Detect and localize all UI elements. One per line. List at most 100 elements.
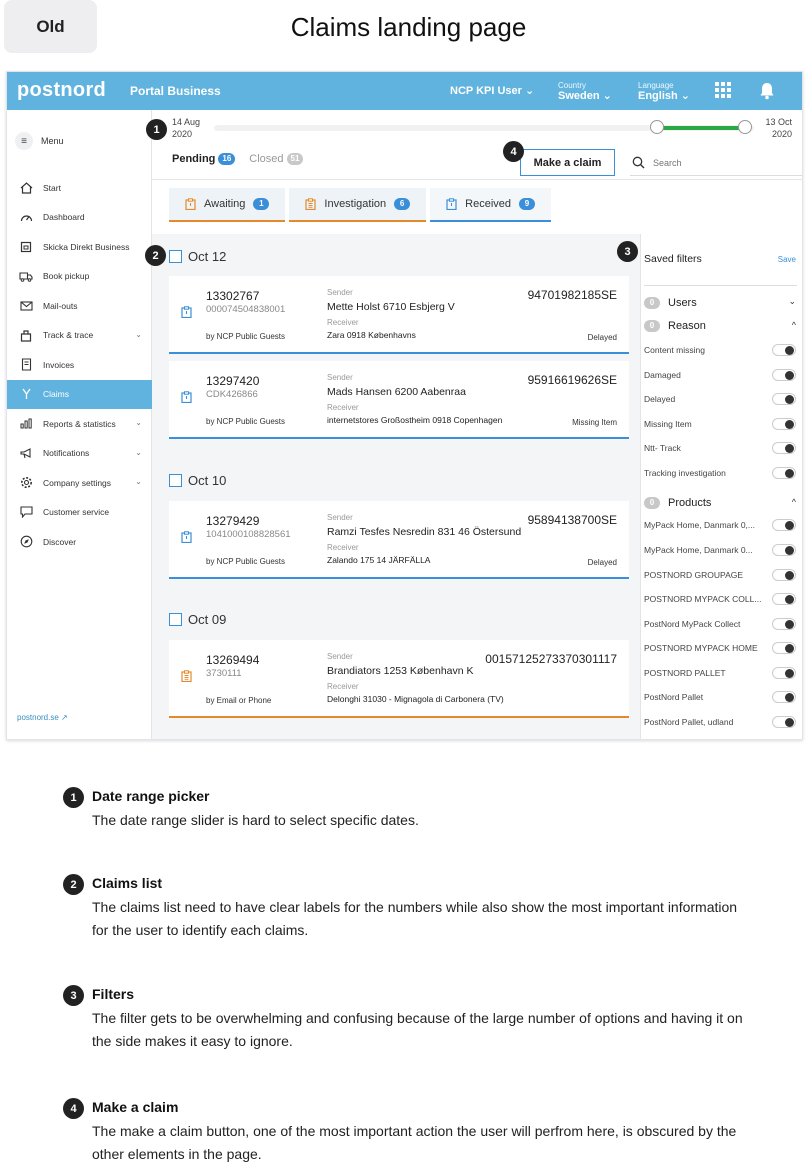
- chevron-down-icon: ⌄: [680, 90, 691, 102]
- tab-received[interactable]: Received 9: [430, 188, 552, 222]
- save-filters-link[interactable]: Save: [778, 255, 796, 264]
- filters-panel: Saved filters Save 0 Users ⌄ 0 Reason ^ Co…: [640, 234, 802, 739]
- option-label: PostNord Pallet, udland: [644, 717, 734, 727]
- filter-toggle[interactable]: [772, 569, 796, 581]
- filter-toggle[interactable]: [772, 467, 796, 479]
- postnord-link[interactable]: postnord.se ↗: [17, 713, 68, 722]
- chevron-up-icon[interactable]: ^: [792, 320, 796, 330]
- apps-grid-icon[interactable]: [715, 82, 731, 98]
- tab-investigation[interactable]: Investigation 6: [289, 188, 427, 222]
- language-selector[interactable]: Language English ⌄: [638, 80, 690, 102]
- country-selector[interactable]: Country Sweden ⌄: [558, 80, 612, 102]
- filter-section-users[interactable]: 0 Users: [644, 297, 697, 309]
- tab-pending[interactable]: Pending 16: [172, 153, 236, 165]
- tab-awaiting[interactable]: Awaiting 1: [169, 188, 286, 222]
- claim-reason: Delayed: [587, 333, 617, 342]
- language-value: English: [638, 90, 678, 102]
- sender-label: Sender: [327, 652, 353, 661]
- filter-toggle[interactable]: [772, 393, 796, 405]
- user-name: NCP KPI User: [450, 85, 522, 97]
- sidebar-item-mail-outs[interactable]: Mail-outs: [7, 291, 152, 321]
- chevron-down-icon[interactable]: ⌄: [788, 296, 796, 307]
- chat-icon: [19, 505, 33, 519]
- filter-toggle[interactable]: [772, 642, 796, 654]
- filter-toggle[interactable]: [772, 716, 796, 728]
- sidebar-item-claims[interactable]: Claims: [7, 379, 152, 409]
- filter-toggle[interactable]: [772, 544, 796, 556]
- bell-icon[interactable]: [759, 82, 775, 100]
- menu-toggle[interactable]: ≡ Menu: [15, 132, 64, 150]
- sidebar-item-book-pickup[interactable]: Book pickup: [7, 262, 152, 292]
- note-title: Filters: [92, 986, 135, 1002]
- filter-toggle[interactable]: [772, 519, 796, 531]
- sidebar-item-invoices[interactable]: Invoices: [7, 350, 152, 380]
- claim-reason: Missing Item: [572, 418, 617, 427]
- sidebar-item-reports[interactable]: Reports & statistics ⌄: [7, 409, 152, 439]
- divider: [644, 285, 797, 286]
- chevron-down-icon: ⌄: [135, 418, 142, 427]
- sidebar-item-label: Reports & statistics: [43, 418, 116, 429]
- filter-section-products[interactable]: 0 Products: [644, 497, 711, 509]
- option-label: POSTNORD PALLET: [644, 668, 726, 678]
- sidebar-item-start[interactable]: Start: [7, 173, 152, 203]
- search-input[interactable]: [653, 157, 783, 168]
- user-menu[interactable]: NCP KPI User ⌄: [450, 84, 534, 97]
- note-number: 2: [63, 874, 84, 895]
- claim-card[interactable]: 13279429 1041000108828561 by NCP Public …: [169, 501, 629, 579]
- claim-card[interactable]: 13269494 3730111 by Email or Phone Sende…: [169, 640, 629, 718]
- sidebar-item-notifications[interactable]: Notifications ⌄: [7, 439, 152, 469]
- filter-toggle[interactable]: [772, 618, 796, 630]
- sidebar-item-label: Customer service: [43, 507, 110, 518]
- sidebar-item-company-settings[interactable]: Company settings ⌄: [7, 468, 152, 498]
- clipboard-icon: [446, 198, 457, 210]
- filter-toggle[interactable]: [772, 691, 796, 703]
- app-screenshot: postnord Portal Business NCP KPI User ⌄ …: [6, 71, 803, 740]
- filter-toggle[interactable]: [772, 369, 796, 381]
- make-claim-button[interactable]: Make a claim: [520, 149, 615, 176]
- section-label: Users: [668, 297, 697, 309]
- group-checkbox[interactable]: [169, 613, 182, 626]
- slider-end-handle[interactable]: [738, 120, 752, 134]
- claim-card[interactable]: 13297420 CDK426866 by NCP Public Guests …: [169, 361, 629, 439]
- option-label: Ntt- Track: [644, 443, 681, 453]
- option-label: POSTNORD MYPACK HOME: [644, 643, 758, 653]
- filter-section-reason[interactable]: 0 Reason: [644, 320, 706, 332]
- date-group-header: Oct 12: [169, 249, 226, 264]
- filter-toggle[interactable]: [772, 667, 796, 679]
- filter-option: Damaged: [644, 369, 796, 383]
- option-label: PostNord Pallet: [644, 692, 704, 702]
- tab-closed[interactable]: Closed 51: [249, 153, 304, 165]
- postnord-logo[interactable]: postnord: [17, 79, 106, 102]
- chevron-up-icon[interactable]: ^: [792, 497, 796, 507]
- sidebar-item-discover[interactable]: Discover: [7, 527, 152, 557]
- sender-value: Mette Holst 6710 Esbjerg V: [327, 301, 455, 313]
- gear-icon: [19, 476, 33, 490]
- option-label: MyPack Home, Danmark 0,...: [644, 520, 756, 530]
- sidebar-item-track-trace[interactable]: Track & trace ⌄: [7, 321, 152, 351]
- group-date: Oct 12: [188, 249, 227, 264]
- claim-reference: 3730111: [206, 668, 242, 679]
- tracking-number: 95894138700SE: [527, 513, 617, 527]
- filter-option: MyPack Home, Danmark 0...: [644, 544, 796, 558]
- receiver-label: Receiver: [327, 543, 359, 552]
- sidebar-item-label: Dashboard: [43, 212, 85, 223]
- slider-start-handle[interactable]: [650, 120, 664, 134]
- page-title: Claims landing page: [290, 12, 527, 42]
- filter-toggle[interactable]: [772, 442, 796, 454]
- filter-toggle[interactable]: [772, 344, 796, 356]
- menu-label: Menu: [41, 136, 64, 146]
- sidebar-item-customer-service[interactable]: Customer service: [7, 498, 152, 528]
- claim-card[interactable]: 13302767 000074504838001 by NCP Public G…: [169, 276, 629, 354]
- claim-created-by: by NCP Public Guests: [206, 332, 285, 341]
- main-content: 14 Aug 2020 13 Oct 2020 Pending 16 Closed 51…: [152, 110, 802, 739]
- filter-toggle[interactable]: [772, 418, 796, 430]
- sidebar-item-label: Mail-outs: [43, 300, 78, 311]
- sidebar-item-skicka-direkt[interactable]: Skicka Direkt Business: [7, 232, 152, 262]
- sidebar-nav: Start Dashboard Skicka Direkt Business B…: [7, 173, 152, 557]
- filter-toggle[interactable]: [772, 593, 796, 605]
- chevron-down-icon: ⌄: [135, 477, 142, 486]
- group-checkbox[interactable]: [169, 250, 182, 263]
- sidebar-item-dashboard[interactable]: Dashboard: [7, 203, 152, 233]
- group-checkbox[interactable]: [169, 474, 182, 487]
- claim-reason: Delayed: [587, 558, 617, 567]
